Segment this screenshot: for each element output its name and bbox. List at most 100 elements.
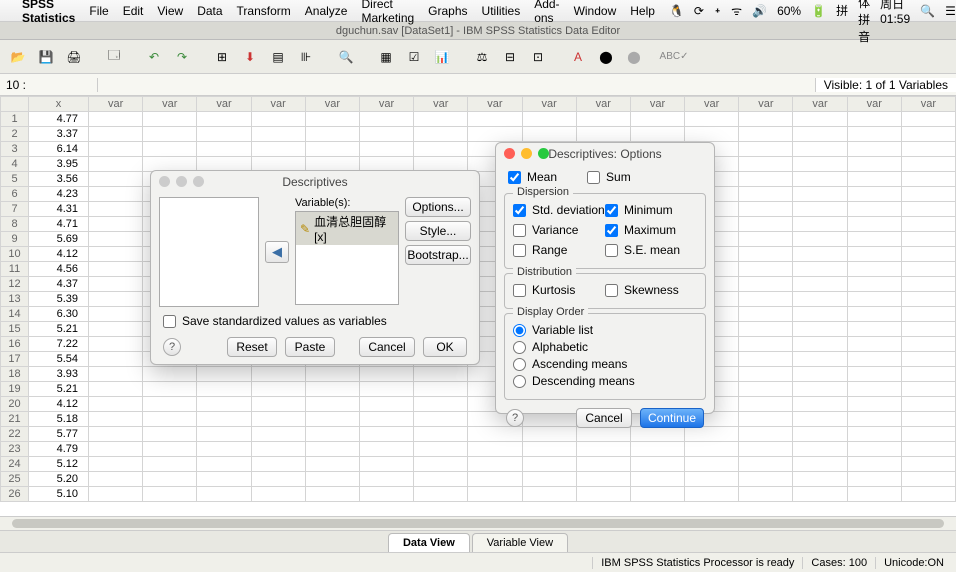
cell[interactable]: [89, 127, 143, 142]
cell[interactable]: [522, 127, 576, 142]
cell[interactable]: [359, 457, 413, 472]
cell[interactable]: 5.21: [29, 382, 89, 397]
cell[interactable]: [739, 127, 793, 142]
cell[interactable]: [847, 337, 901, 352]
table-row[interactable]: 215.18: [1, 412, 956, 427]
cell[interactable]: 5.20: [29, 472, 89, 487]
cell[interactable]: [89, 322, 143, 337]
cell[interactable]: [522, 112, 576, 127]
range-checkbox[interactable]: [513, 244, 526, 257]
cell[interactable]: [739, 157, 793, 172]
ascending-radio[interactable]: [513, 358, 526, 371]
cell[interactable]: [89, 292, 143, 307]
move-variable-button[interactable]: ◀: [265, 241, 289, 263]
cell[interactable]: [847, 307, 901, 322]
cell[interactable]: [630, 472, 684, 487]
menu-graphs[interactable]: Graphs: [428, 4, 467, 18]
cell[interactable]: [305, 112, 359, 127]
show-labels-icon[interactable]: A: [566, 45, 590, 69]
cell[interactable]: [847, 112, 901, 127]
column-header-var[interactable]: var: [359, 97, 413, 112]
std-checkbox[interactable]: [513, 204, 526, 217]
cell[interactable]: [847, 487, 901, 502]
max-checkbox[interactable]: [605, 224, 618, 237]
cell[interactable]: [89, 472, 143, 487]
cell[interactable]: [847, 367, 901, 382]
ime-icon[interactable]: 拼: [836, 2, 848, 19]
cell[interactable]: [739, 487, 793, 502]
cell[interactable]: [251, 427, 305, 442]
cell[interactable]: [576, 127, 630, 142]
table-row[interactable]: 234.79: [1, 442, 956, 457]
row-header[interactable]: 14: [1, 307, 29, 322]
row-header[interactable]: 11: [1, 262, 29, 277]
cell[interactable]: [576, 472, 630, 487]
cell[interactable]: [576, 457, 630, 472]
cell[interactable]: [901, 397, 955, 412]
cell[interactable]: [414, 367, 468, 382]
row-header[interactable]: 7: [1, 202, 29, 217]
goto-case-icon[interactable]: ⊞: [210, 45, 234, 69]
cell[interactable]: [359, 472, 413, 487]
cell[interactable]: [143, 427, 197, 442]
cell[interactable]: [89, 202, 143, 217]
menu-transform[interactable]: Transform: [237, 4, 291, 18]
close-icon[interactable]: [159, 176, 170, 187]
spellcheck-icon[interactable]: ABC✓: [662, 45, 686, 69]
row-header[interactable]: 22: [1, 427, 29, 442]
kurtosis-checkbox[interactable]: [513, 284, 526, 297]
help-button[interactable]: ?: [163, 338, 181, 356]
cell[interactable]: [901, 307, 955, 322]
table-row[interactable]: 195.21: [1, 382, 956, 397]
cell[interactable]: [739, 202, 793, 217]
cell[interactable]: [359, 487, 413, 502]
cell[interactable]: [793, 442, 847, 457]
cell[interactable]: [143, 442, 197, 457]
options-button[interactable]: Options...: [405, 197, 471, 217]
cell[interactable]: [793, 277, 847, 292]
cell[interactable]: [685, 112, 739, 127]
cell[interactable]: 4.79: [29, 442, 89, 457]
cell[interactable]: [901, 247, 955, 262]
cell[interactable]: [305, 367, 359, 382]
app-menu[interactable]: SPSS Statistics: [22, 0, 75, 25]
cell[interactable]: [89, 157, 143, 172]
cell[interactable]: [901, 232, 955, 247]
cell[interactable]: [739, 112, 793, 127]
cell[interactable]: [576, 112, 630, 127]
cell[interactable]: [739, 142, 793, 157]
cell[interactable]: [89, 412, 143, 427]
cell[interactable]: [197, 112, 251, 127]
cell[interactable]: [143, 382, 197, 397]
table-row[interactable]: 265.10: [1, 487, 956, 502]
cell[interactable]: [901, 322, 955, 337]
bootstrap-button[interactable]: Bootstrap...: [405, 245, 471, 265]
column-header-var[interactable]: var: [576, 97, 630, 112]
cell[interactable]: [251, 472, 305, 487]
cell[interactable]: [901, 262, 955, 277]
cell[interactable]: 4.31: [29, 202, 89, 217]
menu-analyze[interactable]: Analyze: [305, 4, 348, 18]
cell[interactable]: [739, 247, 793, 262]
sum-checkbox[interactable]: [587, 171, 600, 184]
menu-window[interactable]: Window: [574, 4, 617, 18]
zoom-icon[interactable]: [193, 176, 204, 187]
cell[interactable]: [901, 142, 955, 157]
row-header[interactable]: 13: [1, 292, 29, 307]
cell[interactable]: [739, 427, 793, 442]
recall-dialog-icon[interactable]: 🗔: [102, 45, 126, 69]
cell[interactable]: [793, 187, 847, 202]
cell[interactable]: [305, 427, 359, 442]
cell[interactable]: [847, 232, 901, 247]
variable-item[interactable]: ✎血清总胆固醇 [x]: [296, 212, 398, 245]
cell[interactable]: [793, 232, 847, 247]
row-header[interactable]: 25: [1, 472, 29, 487]
table-row[interactable]: 255.20: [1, 472, 956, 487]
cell[interactable]: [685, 487, 739, 502]
cell[interactable]: [305, 397, 359, 412]
row-header[interactable]: 16: [1, 337, 29, 352]
cell[interactable]: 4.23: [29, 187, 89, 202]
cell[interactable]: [197, 412, 251, 427]
cell[interactable]: [468, 472, 522, 487]
value-labels-icon[interactable]: ⊟: [498, 45, 522, 69]
